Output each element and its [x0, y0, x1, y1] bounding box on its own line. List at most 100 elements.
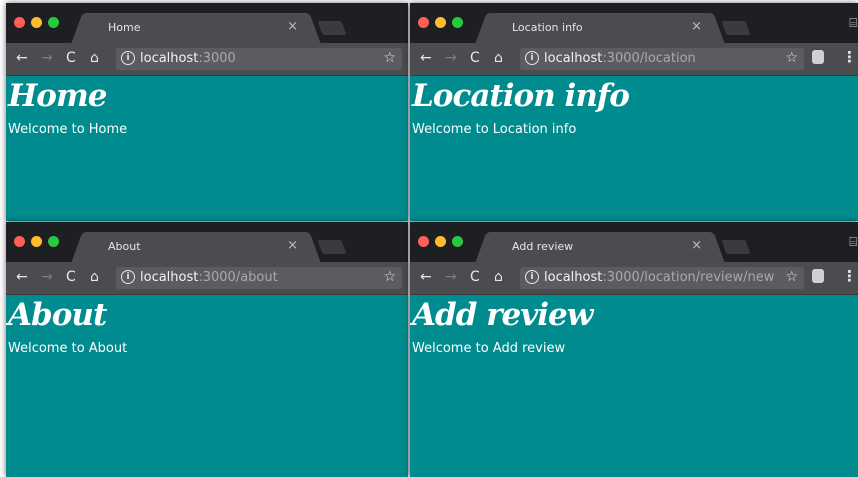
cast-icon[interactable]: ⌸	[849, 235, 857, 250]
page-heading: Location info	[412, 78, 630, 114]
url-host: localhost	[140, 270, 199, 285]
extension-icon[interactable]	[812, 50, 824, 64]
cast-icon[interactable]: ⌸	[849, 16, 857, 31]
browser-toolbar: ← → C ⌂ i localhost:3000/about ☆	[6, 262, 408, 295]
site-info-icon[interactable]: i	[525, 270, 539, 284]
reload-icon[interactable]: C	[66, 269, 76, 285]
reload-icon[interactable]: C	[470, 269, 480, 285]
back-arrow-icon[interactable]: ←	[420, 50, 432, 66]
site-info-icon[interactable]: i	[525, 51, 539, 65]
tab-title: Location info	[512, 21, 583, 34]
url-text: localhost:3000/location/review/new	[544, 270, 774, 285]
page-content: Location info Welcome to Location info	[410, 76, 858, 137]
title-bar: Add review × ⌸	[410, 222, 858, 262]
close-window-button[interactable]	[14, 17, 25, 28]
browser-menu-icon[interactable]: ⋮	[842, 48, 857, 66]
url-text: localhost:3000	[140, 51, 236, 66]
url-text: localhost:3000/about	[140, 270, 278, 285]
welcome-text: Welcome to Home	[8, 122, 128, 137]
url-text: localhost:3000/location	[544, 51, 696, 66]
active-tab[interactable]: Location info ×	[488, 13, 712, 43]
minimize-window-button[interactable]	[31, 236, 42, 247]
back-arrow-icon[interactable]: ←	[420, 269, 432, 285]
window-controls	[418, 17, 463, 28]
bookmark-star-icon[interactable]: ☆	[785, 50, 798, 66]
url-path: :3000	[198, 51, 236, 66]
back-arrow-icon[interactable]: ←	[16, 269, 28, 285]
address-bar[interactable]: i localhost:3000 ☆	[116, 48, 402, 70]
bookmark-star-icon[interactable]: ☆	[785, 269, 798, 285]
minimize-window-button[interactable]	[435, 17, 446, 28]
tab-close-icon[interactable]: ×	[287, 238, 298, 253]
browser-window-about: About × ← → C ⌂ i localhost:3000/about ☆…	[6, 222, 408, 477]
browser-menu-icon[interactable]: ⋮	[842, 267, 857, 285]
url-host: localhost	[544, 270, 603, 285]
site-info-icon[interactable]: i	[121, 51, 135, 65]
address-bar[interactable]: i localhost:3000/about ☆	[116, 267, 402, 289]
window-controls	[14, 17, 59, 28]
browser-toolbar: ← → C ⌂ i localhost:3000/location ☆ ⋮	[410, 43, 858, 76]
title-bar: Location info × ⌸	[410, 3, 858, 43]
new-tab-button[interactable]	[721, 240, 751, 254]
new-tab-button[interactable]	[317, 21, 347, 35]
reload-icon[interactable]: C	[470, 50, 480, 66]
browser-window-add-review: Add review × ⌸ ← → C ⌂ i localhost:3000/…	[410, 222, 858, 477]
url-host: localhost	[544, 51, 603, 66]
welcome-text: Welcome to Add review	[412, 341, 566, 356]
bookmark-star-icon[interactable]: ☆	[383, 50, 396, 66]
window-controls	[418, 236, 463, 247]
bookmark-star-icon[interactable]: ☆	[383, 269, 396, 285]
back-arrow-icon[interactable]: ←	[16, 50, 28, 66]
tab-title: Add review	[512, 240, 574, 253]
tab-title: Home	[108, 21, 141, 34]
tab-title: About	[108, 240, 141, 253]
tab-close-icon[interactable]: ×	[287, 19, 298, 34]
home-icon[interactable]: ⌂	[90, 50, 99, 66]
close-window-button[interactable]	[418, 17, 429, 28]
maximize-window-button[interactable]	[48, 17, 59, 28]
page-content: Add review Welcome to Add review	[410, 295, 858, 356]
forward-arrow-icon[interactable]: →	[445, 50, 457, 66]
page-heading: Home	[8, 78, 108, 114]
browser-window-location: Location info × ⌸ ← → C ⌂ i localhost:30…	[410, 3, 858, 221]
active-tab[interactable]: Add review ×	[488, 232, 712, 262]
maximize-window-button[interactable]	[452, 236, 463, 247]
screenshot-grid: Home × ← → C ⌂ i localhost:3000 ☆ Home W…	[0, 0, 858, 477]
url-path: :3000/location/review/new	[602, 270, 775, 285]
browser-toolbar: ← → C ⌂ i localhost:3000 ☆	[6, 43, 408, 76]
maximize-window-button[interactable]	[48, 236, 59, 247]
url-path: :3000/about	[198, 270, 278, 285]
page-heading: Add review	[412, 297, 593, 333]
active-tab[interactable]: Home ×	[84, 13, 308, 43]
reload-icon[interactable]: C	[66, 50, 76, 66]
minimize-window-button[interactable]	[435, 236, 446, 247]
forward-arrow-icon[interactable]: →	[445, 269, 457, 285]
home-icon[interactable]: ⌂	[90, 269, 99, 285]
page-content: Home Welcome to Home	[6, 76, 408, 137]
close-window-button[interactable]	[418, 236, 429, 247]
browser-window-home: Home × ← → C ⌂ i localhost:3000 ☆ Home W…	[6, 3, 408, 221]
tab-close-icon[interactable]: ×	[691, 19, 702, 34]
address-bar[interactable]: i localhost:3000/location ☆	[520, 48, 804, 70]
home-icon[interactable]: ⌂	[494, 269, 503, 285]
new-tab-button[interactable]	[317, 240, 347, 254]
title-bar: About ×	[6, 222, 408, 262]
url-path: :3000/location	[602, 51, 696, 66]
title-bar: Home ×	[6, 3, 408, 43]
new-tab-button[interactable]	[721, 21, 751, 35]
page-content: About Welcome to About	[6, 295, 408, 356]
maximize-window-button[interactable]	[452, 17, 463, 28]
welcome-text: Welcome to Location info	[412, 122, 577, 137]
home-icon[interactable]: ⌂	[494, 50, 503, 66]
window-controls	[14, 236, 59, 247]
active-tab[interactable]: About ×	[84, 232, 308, 262]
page-heading: About	[8, 297, 107, 333]
extension-icon[interactable]	[812, 269, 824, 283]
site-info-icon[interactable]: i	[121, 270, 135, 284]
close-window-button[interactable]	[14, 236, 25, 247]
tab-close-icon[interactable]: ×	[691, 238, 702, 253]
minimize-window-button[interactable]	[31, 17, 42, 28]
forward-arrow-icon[interactable]: →	[41, 269, 53, 285]
forward-arrow-icon[interactable]: →	[41, 50, 53, 66]
address-bar[interactable]: i localhost:3000/location/review/new ☆	[520, 267, 804, 289]
